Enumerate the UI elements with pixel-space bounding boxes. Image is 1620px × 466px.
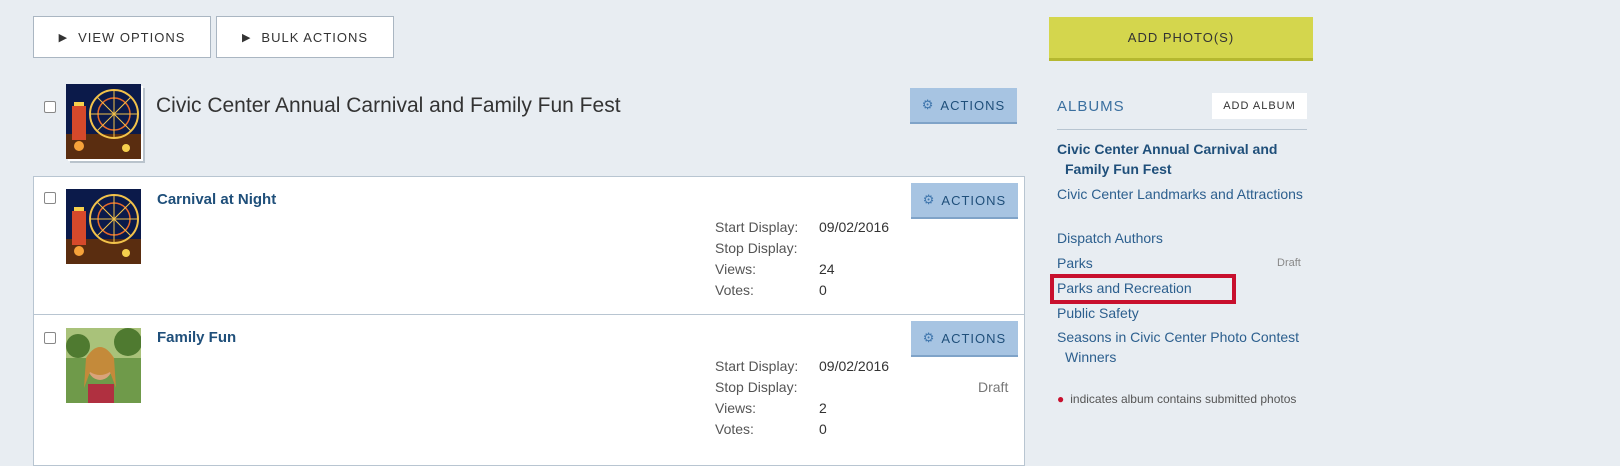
highlight-box [1050,274,1236,304]
photo-checkbox[interactable] [44,192,56,204]
submitted-photos-note: ● indicates album contains submitted phot… [1057,389,1307,409]
start-display-label: Start Display: [715,358,799,374]
album-actions-button[interactable]: ⚙ ACTIONS [910,88,1017,124]
views-label: Views: [715,400,756,416]
photo-thumbnail[interactable] [66,328,141,403]
photo-title-link[interactable]: Carnival at Night [157,191,276,208]
bulk-actions-button[interactable]: ▶ BULK ACTIONS [216,16,394,58]
sidebar-album-public-safety[interactable]: Public Safety [1057,303,1310,323]
sidebar-album-civic-center-landmarks[interactable]: Civic Center Landmarks and Attractions [1057,184,1310,204]
gear-icon: ⚙ [922,330,936,345]
start-display-value: 09/02/2016 [819,219,890,235]
submitted-indicator-dot-icon: ● [1057,392,1065,406]
actions-label: ACTIONS [941,330,1007,346]
stop-display-label: Stop Display: [715,240,798,256]
photo-title-link[interactable]: Family Fun [157,329,236,346]
add-album-button[interactable]: ADD ALBUM [1212,93,1307,119]
draft-status-label: Draft [978,379,1009,395]
views-value: 2 [819,400,827,416]
actions-label: ACTIONS [941,192,1007,208]
play-triangle-icon: ▶ [58,31,69,44]
start-display-label: Start Display: [715,219,799,235]
albums-heading: ALBUMS [1057,98,1125,115]
sidebar-draft-badge: Draft [1277,257,1301,269]
photo-actions-button[interactable]: ⚙ ACTIONS [911,321,1018,357]
add-photos-button[interactable]: ADD PHOTO(S) [1049,17,1313,61]
view-options-label: VIEW OPTIONS [78,29,186,45]
photo-row-carnival-at-night: Carnival at Night ⚙ ACTIONS Start Displa… [34,177,1024,315]
album-cover-thumbnail [66,84,141,159]
photo-thumbnail[interactable] [66,189,141,264]
photo-actions-button[interactable]: ⚙ ACTIONS [911,183,1018,219]
gear-icon: ⚙ [922,192,936,207]
sidebar-album-civic-center-carnival[interactable]: Civic Center Annual Carnival and Family … [1057,139,1310,179]
view-options-button[interactable]: ▶ VIEW OPTIONS [33,16,211,58]
gear-icon: ⚙ [921,97,935,112]
votes-label: Votes: [715,421,754,437]
sidebar-album-parks[interactable]: Parks [1057,253,1310,273]
sidebar-album-seasons-photo-contest[interactable]: Seasons in Civic Center Photo Contest Wi… [1057,327,1310,367]
photo-list: Carnival at Night ⚙ ACTIONS Start Displa… [33,176,1025,466]
votes-value: 0 [819,421,827,437]
submitted-note-text: indicates album contains submitted photo… [1070,392,1297,406]
actions-label: ACTIONS [940,97,1006,113]
sidebar-divider [1057,129,1307,130]
views-value: 24 [819,261,835,277]
sidebar-album-dispatch-authors[interactable]: Dispatch Authors [1057,228,1310,248]
bulk-actions-label: BULK ACTIONS [261,29,369,45]
start-display-value: 09/02/2016 [819,358,890,374]
play-triangle-icon: ▶ [241,31,252,44]
album-checkbox[interactable] [44,101,56,113]
votes-label: Votes: [715,282,754,298]
views-label: Views: [715,261,756,277]
album-title: Civic Center Annual Carnival and Family … [156,94,621,117]
votes-value: 0 [819,282,827,298]
photo-row-family-fun: Family Fun ⚙ ACTIONS Start Display: 09/0… [34,314,1024,453]
photo-checkbox[interactable] [44,332,56,344]
stop-display-label: Stop Display: [715,379,798,395]
